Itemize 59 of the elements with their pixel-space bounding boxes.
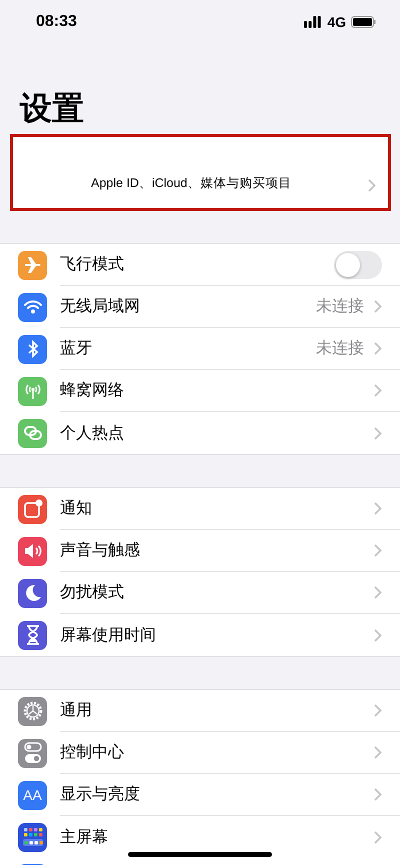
row-value: 未连接 — [316, 338, 364, 359]
chevron-icon — [374, 300, 382, 313]
row-label: 显示与亮度 — [60, 784, 141, 805]
chevron-icon — [374, 628, 382, 642]
bluetooth-icon — [26, 340, 38, 358]
row-label: 蓝牙 — [60, 338, 93, 359]
chevron-icon — [374, 544, 382, 557]
settings-row[interactable]: 蓝牙 未连接 — [0, 328, 400, 370]
row-label: 勿扰模式 — [60, 582, 125, 603]
row-label: 蜂窝网络 — [60, 380, 125, 401]
row-value: 未连接 — [316, 296, 364, 317]
speaker-icon — [22, 543, 42, 559]
row-label: 主屏幕 — [60, 828, 109, 848]
chevron-icon — [374, 426, 382, 440]
hourglass-icon — [26, 625, 40, 645]
settings-row[interactable]: 无线局域网 未连接 — [0, 286, 400, 328]
chevron-icon — [374, 342, 382, 355]
chevron-icon — [374, 788, 382, 801]
chevron-icon — [374, 384, 382, 397]
row-label: 飞行模式 — [60, 254, 125, 275]
row-label: 通用 — [60, 700, 93, 721]
row-label: 无线局域网 — [60, 296, 141, 317]
toggle-switch[interactable] — [334, 250, 382, 278]
row-label: 声音与触感 — [60, 540, 141, 561]
antenna-icon — [22, 382, 42, 400]
toggles-icon — [24, 742, 42, 764]
row-label: 屏幕使用时间 — [60, 626, 157, 646]
settings-row[interactable]: 控制中心 — [0, 732, 400, 774]
battery-icon — [351, 16, 376, 28]
settings-row[interactable]: 通知 — [0, 488, 400, 530]
settings-row[interactable]: 主屏幕 — [0, 816, 400, 858]
app-icon-tile: AA — [18, 780, 47, 810]
chevron-icon — [374, 746, 382, 759]
settings-row[interactable]: 勿扰模式 — [0, 572, 400, 614]
signal-icon — [304, 16, 322, 28]
settings-row[interactable]: 蜂窝网络 — [0, 370, 400, 412]
account-row[interactable]: Apple ID、iCloud、媒体与购买项目 — [10, 134, 391, 211]
chevron-icon — [374, 830, 382, 844]
wifi-icon — [24, 300, 42, 314]
settings-row[interactable]: 屏幕使用时间 — [0, 614, 400, 656]
notification-icon — [22, 499, 42, 519]
row-label: 通知 — [60, 498, 93, 519]
chevron-icon — [374, 704, 382, 717]
airplane-icon — [22, 255, 42, 275]
settings-row[interactable]: 个人热点 — [0, 412, 400, 454]
chevron-icon — [374, 586, 382, 599]
account-subtitle: Apple ID、iCloud、媒体与购买项目 — [91, 175, 292, 192]
row-label: 控制中心 — [60, 742, 125, 763]
page-title: 设置 — [20, 89, 84, 128]
settings-row[interactable]: 声音与触感 — [0, 530, 400, 572]
chevron-icon — [374, 502, 382, 515]
row-label: 个人热点 — [60, 424, 125, 444]
link-icon — [22, 425, 42, 441]
network-type: 4G — [327, 14, 346, 30]
moon-icon — [24, 584, 42, 602]
status-time: 08:33 — [36, 13, 77, 31]
settings-row[interactable]: 通用 — [0, 690, 400, 732]
settings-row[interactable]: AA 显示与亮度 — [0, 774, 400, 816]
chevron-icon — [368, 179, 376, 192]
